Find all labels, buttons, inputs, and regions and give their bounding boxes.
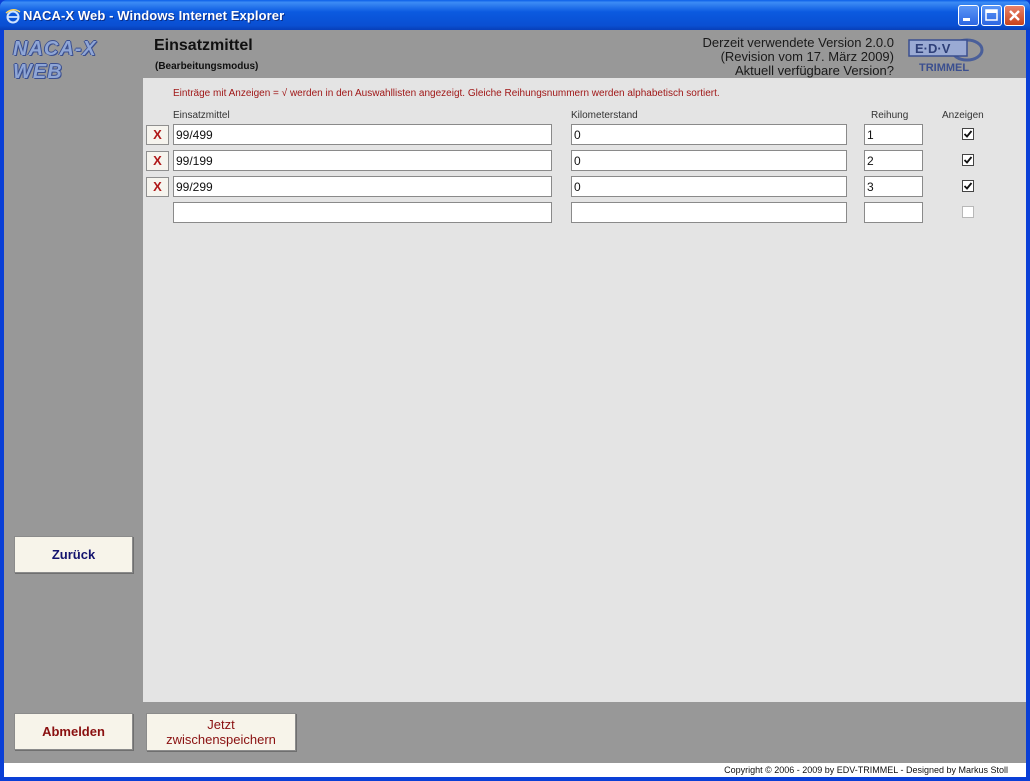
checkmark-icon <box>963 156 973 164</box>
kilometerstand-input[interactable]: 0 <box>571 124 847 145</box>
column-header-reihung: Reihung <box>871 110 909 121</box>
page-subtitle: (Bearbeitungsmodus) <box>155 61 259 72</box>
naca-x-logo: NACA-X WEB <box>13 38 97 83</box>
checkmark-icon <box>963 130 973 138</box>
kilometerstand-input[interactable]: 0 <box>571 176 847 197</box>
table-row: X 99/499 0 1 <box>143 124 1026 146</box>
reihung-input[interactable]: 3 <box>864 176 923 197</box>
maximize-icon <box>985 9 998 21</box>
window-title: NACA-X Web - Windows Internet Explorer <box>23 8 285 23</box>
version-info: Derzeit verwendete Version 2.0.0 (Revisi… <box>703 36 895 78</box>
page-title: Einsatzmittel <box>154 37 253 54</box>
window-titlebar: NACA-X Web - Windows Internet Explorer <box>0 0 1030 30</box>
version-current: Derzeit verwendete Version 2.0.0 <box>702 35 895 50</box>
kilometerstand-input[interactable] <box>571 202 847 223</box>
table-row: X 99/299 0 3 <box>143 176 1026 198</box>
minimize-button[interactable] <box>958 5 979 26</box>
delete-row-button[interactable]: X <box>146 125 169 145</box>
einsatzmittel-input[interactable]: 99/299 <box>173 176 552 197</box>
close-button[interactable] <box>1004 5 1025 26</box>
save-draft-label-line1: Jetzt <box>207 717 235 732</box>
checkmark-icon <box>963 182 973 190</box>
close-icon <box>1009 10 1020 21</box>
version-available-link[interactable]: Aktuell verfügbare Version? <box>703 64 894 78</box>
anzeigen-checkbox[interactable] <box>962 180 974 192</box>
anzeigen-checkbox[interactable] <box>962 128 974 140</box>
maximize-button[interactable] <box>981 5 1002 26</box>
minimize-icon <box>963 18 970 21</box>
client-area: NACA-X WEB Einsatzmittel (Bearbeitungsmo… <box>4 30 1026 777</box>
version-revision: (Revision vom 17. März 2009) <box>720 49 894 64</box>
einsatzmittel-input[interactable]: 99/199 <box>173 150 552 171</box>
column-header-kilometerstand: Kilometerstand <box>571 110 638 121</box>
internet-explorer-icon <box>5 9 21 24</box>
column-header-einsatzmittel: Einsatzmittel <box>173 110 230 121</box>
reihung-input[interactable]: 1 <box>864 124 923 145</box>
reihung-input[interactable] <box>864 202 923 223</box>
delete-row-button[interactable]: X <box>146 177 169 197</box>
table-row: X 99/199 0 2 <box>143 150 1026 172</box>
edv-trimmel-logo: E·D·V TRIMMEL <box>908 38 984 74</box>
logout-button[interactable]: Abmelden <box>14 713 133 750</box>
svg-text:E·D·V: E·D·V <box>915 41 951 56</box>
anzeigen-checkbox[interactable] <box>962 154 974 166</box>
column-header-anzeigen: Anzeigen <box>942 110 984 121</box>
delete-row-button[interactable]: X <box>146 151 169 171</box>
content-panel: Einträge mit Anzeigen = √ werden in den … <box>143 78 1026 702</box>
reihung-input[interactable]: 2 <box>864 150 923 171</box>
table-row-new <box>143 202 1026 224</box>
kilometerstand-input[interactable]: 0 <box>571 150 847 171</box>
anzeigen-checkbox[interactable] <box>962 206 974 218</box>
copyright-text: Copyright © 2006 - 2009 by EDV-TRIMMEL -… <box>724 765 1008 775</box>
save-draft-label-line2: zwischenspeichern <box>166 732 276 747</box>
svg-text:TRIMMEL: TRIMMEL <box>919 62 969 74</box>
back-button[interactable]: Zurück <box>14 536 133 573</box>
footer: Copyright © 2006 - 2009 by EDV-TRIMMEL -… <box>4 763 1026 777</box>
save-draft-button[interactable]: Jetzt zwischenspeichern <box>146 713 296 751</box>
einsatzmittel-input[interactable]: 99/499 <box>173 124 552 145</box>
hint-text: Einträge mit Anzeigen = √ werden in den … <box>173 88 720 99</box>
einsatzmittel-input[interactable] <box>173 202 552 223</box>
